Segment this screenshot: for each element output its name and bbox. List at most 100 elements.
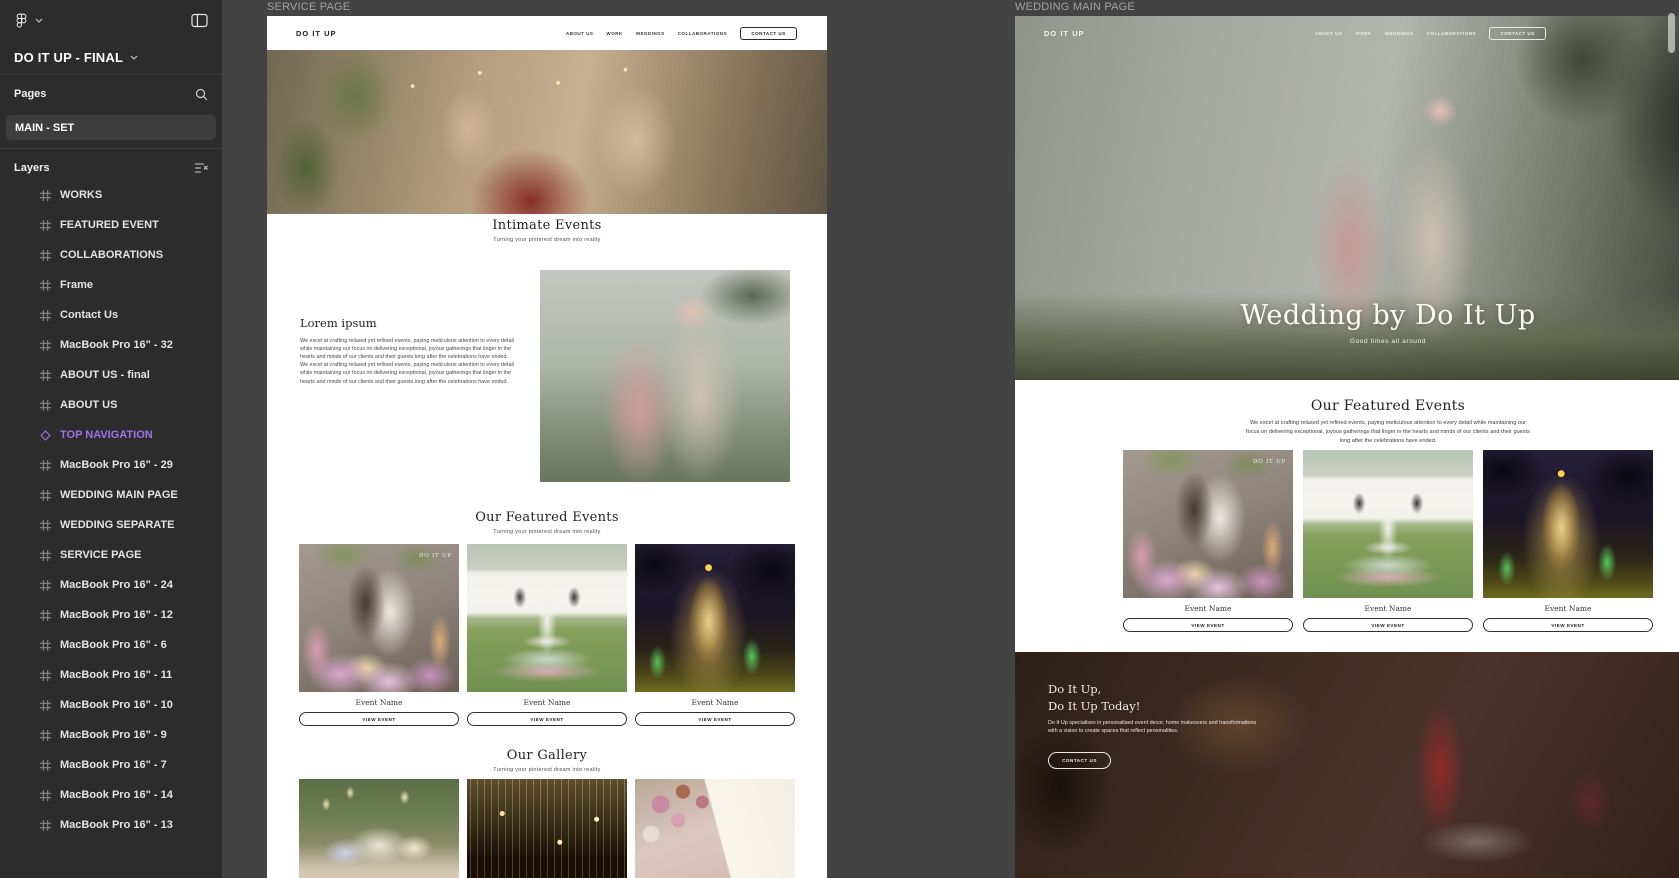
couple-portrait-image	[540, 270, 790, 482]
nav-link-weddings[interactable]: WEDDINGS	[1385, 31, 1414, 36]
view-event-button[interactable]: VIEW EVENT	[1303, 618, 1473, 632]
event-name-label: Event Name	[467, 698, 627, 707]
nav-link-weddings[interactable]: WEDDINGS	[636, 31, 665, 36]
view-event-button[interactable]: VIEW EVENT	[1123, 618, 1293, 632]
layer-item-wedding-separate[interactable]: WEDDING SEPARATE	[0, 510, 222, 540]
layer-item-macbook-pro-16-24[interactable]: MacBook Pro 16" - 24	[0, 570, 222, 600]
frame-icon	[40, 460, 51, 471]
site-logo[interactable]: DO IT UP	[1044, 29, 1085, 38]
nav-link-about-us[interactable]: ABOUT US	[1315, 31, 1343, 36]
nav-link-work[interactable]: WORK	[606, 31, 622, 36]
event-name-label: Event Name	[1483, 604, 1653, 613]
frame-icon	[40, 490, 51, 501]
layer-name: WEDDING SEPARATE	[60, 519, 175, 531]
nav-link-work[interactable]: WORK	[1355, 31, 1371, 36]
chevron-down-icon[interactable]	[35, 18, 43, 23]
canvas-scrollbar[interactable]	[1668, 13, 1675, 53]
layer-name: TOP NAVIGATION	[60, 429, 153, 441]
layer-item-macbook-pro-16-11[interactable]: MacBook Pro 16" - 11	[0, 660, 222, 690]
service-hero-image	[267, 50, 827, 214]
sidebar-top-bar	[0, 0, 222, 40]
photo-watermark: DO IT UP	[419, 553, 452, 559]
layer-item-contact-us[interactable]: Contact Us	[0, 300, 222, 330]
layer-item-collaborations[interactable]: COLLABORATIONS	[0, 240, 222, 270]
frame-icon	[40, 670, 51, 681]
contact-us-button[interactable]: CONTACT US	[1048, 752, 1111, 769]
nav-link-collaborations[interactable]: COLLABORATIONS	[1427, 31, 1476, 36]
search-icon[interactable]	[195, 88, 208, 101]
nav-contact-us-button[interactable]: CONTACT US	[740, 27, 797, 40]
gallery-subtitle: Turning your pinterest dream into realit…	[267, 767, 827, 773]
page-item-main-set[interactable]: MAIN - SET	[6, 115, 216, 140]
layer-item-macbook-pro-16-7[interactable]: MacBook Pro 16" - 7	[0, 750, 222, 780]
layer-item-macbook-pro-16-12[interactable]: MacBook Pro 16" - 12	[0, 600, 222, 630]
layer-item-about-us[interactable]: ABOUT US	[0, 390, 222, 420]
event-name-label: Event Name	[1123, 604, 1293, 613]
file-name-dropdown[interactable]: DO IT UP - FINAL	[0, 40, 222, 74]
layer-item-about-us-final[interactable]: ABOUT US - final	[0, 360, 222, 390]
layer-item-frame[interactable]: Frame	[0, 270, 222, 300]
wedding-main-page-frame[interactable]: DO IT UP ABOUT US WORK WEDDINGS COLLABORATI…	[1015, 16, 1679, 878]
wedding-cta-section: Do It Up, Do It Up Today! Do It Up speci…	[1015, 652, 1679, 878]
layer-item-works[interactable]: WORKS	[0, 187, 222, 210]
view-event-button[interactable]: VIEW EVENT	[635, 712, 795, 726]
pages-header: Pages	[0, 75, 222, 113]
layer-name: MacBook Pro 16" - 13	[60, 819, 173, 831]
toggle-sidebar-icon[interactable]	[191, 13, 208, 28]
event-name-label: Event Name	[299, 698, 459, 707]
layer-item-macbook-pro-16-10[interactable]: MacBook Pro 16" - 10	[0, 690, 222, 720]
frame-label-wedding-main-page[interactable]: WEDDING MAIN PAGE	[1015, 1, 1135, 13]
featured-events-title: Our Featured Events	[267, 510, 827, 525]
wedding-hero-title: Wedding by Do It Up	[1015, 300, 1679, 331]
event-name-label: Event Name	[635, 698, 795, 707]
layer-item-featured-event[interactable]: FEATURED EVENT	[0, 210, 222, 240]
hanging-candles-floral-table-photo	[299, 779, 459, 878]
figma-menu-icon[interactable]	[14, 12, 29, 28]
layer-name: SERVICE PAGE	[60, 549, 142, 561]
layer-item-macbook-pro-16-32[interactable]: MacBook Pro 16" - 32	[0, 330, 222, 360]
view-event-button[interactable]: VIEW EVENT	[1483, 618, 1653, 632]
nav-contact-us-button[interactable]: CONTACT US	[1489, 27, 1546, 40]
collapse-layers-icon[interactable]	[194, 162, 208, 174]
frame-icon	[40, 700, 51, 711]
service-page-frame[interactable]: DO IT UP ABOUT US WORK WEDDINGS COLLABORATI…	[267, 16, 827, 878]
layer-item-macbook-pro-16-14[interactable]: MacBook Pro 16" - 14	[0, 780, 222, 810]
nav-link-about-us[interactable]: ABOUT US	[566, 31, 594, 36]
photo-watermark: DO IT UP	[1253, 459, 1286, 465]
layer-item-macbook-pro-16-6[interactable]: MacBook Pro 16" - 6	[0, 630, 222, 660]
frame-icon	[40, 610, 51, 621]
layer-name: MacBook Pro 16" - 12	[60, 609, 173, 621]
couple-floral-table-photo: DO IT UP	[1123, 450, 1293, 598]
layer-item-macbook-pro-16-13[interactable]: MacBook Pro 16" - 13	[0, 810, 222, 840]
service-top-navigation: DO IT UP ABOUT US WORK WEDDINGS COLLABORATI…	[267, 16, 827, 50]
event-card: Event Name VIEW EVENT	[635, 544, 795, 726]
view-event-button[interactable]: VIEW EVENT	[467, 712, 627, 726]
layer-name: MacBook Pro 16" - 9	[60, 729, 167, 741]
layer-item-wedding-main-page[interactable]: WEDDING MAIN PAGE	[0, 480, 222, 510]
lorem-title: Lorem ipsum	[300, 316, 514, 330]
file-name: DO IT UP - FINAL	[14, 50, 123, 65]
frame-icon	[40, 790, 51, 801]
layers-header: Layers	[0, 149, 222, 187]
layer-item-service-page[interactable]: SERVICE PAGE	[0, 540, 222, 570]
design-canvas[interactable]: SERVICE PAGE DO IT UP ABOUT US WORK WEDDIN…	[222, 0, 1679, 878]
view-event-button[interactable]: VIEW EVENT	[299, 712, 459, 726]
layer-name: MacBook Pro 16" - 6	[60, 639, 167, 651]
site-logo[interactable]: DO IT UP	[296, 29, 337, 38]
nav-link-collaborations[interactable]: COLLABORATIONS	[678, 31, 727, 36]
layer-item-top-navigation[interactable]: TOP NAVIGATION	[0, 420, 222, 450]
christmas-tree-lights-photo	[1483, 450, 1653, 598]
layer-name: MacBook Pro 16" - 14	[60, 789, 173, 801]
couple-floral-table-photo: DO IT UP	[299, 544, 459, 692]
component-icon	[40, 430, 51, 441]
frame-label-service-page[interactable]: SERVICE PAGE	[267, 1, 350, 13]
cta-body: Do It Up specialises in personalised eve…	[1048, 719, 1266, 736]
event-card: Event Name VIEW EVENT	[467, 544, 627, 726]
event-card: DO IT UP Event Name VIEW EVENT	[1123, 450, 1293, 632]
layer-item-macbook-pro-16-29[interactable]: MacBook Pro 16" - 29	[0, 450, 222, 480]
layer-item-macbook-pro-16-9[interactable]: MacBook Pro 16" - 9	[0, 720, 222, 750]
layer-name: Frame	[60, 279, 93, 291]
gallery-title: Our Gallery	[267, 748, 827, 763]
frame-icon	[40, 280, 51, 291]
chevron-down-icon	[130, 55, 138, 60]
